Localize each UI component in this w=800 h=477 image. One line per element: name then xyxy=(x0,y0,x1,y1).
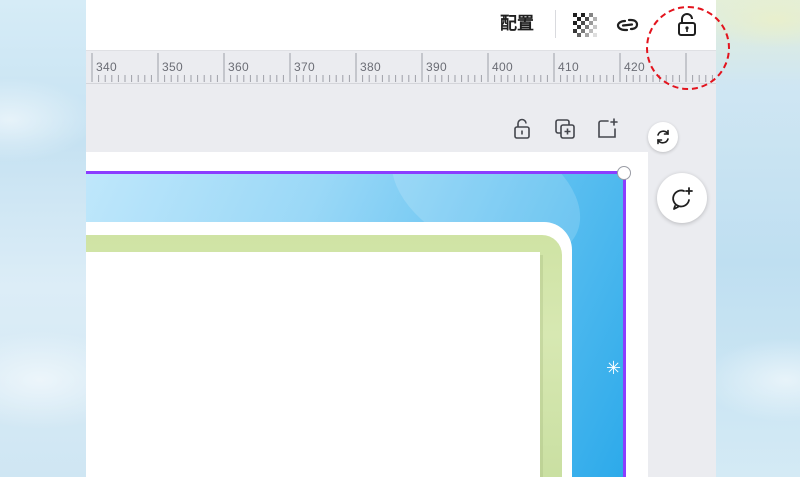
selection-top-edge xyxy=(86,171,626,174)
ruler-label: 350 xyxy=(162,60,183,74)
add-page-icon[interactable] xyxy=(596,117,620,141)
resize-handle[interactable] xyxy=(617,166,631,180)
refresh-icon[interactable] xyxy=(648,122,678,152)
background-right-decoration xyxy=(716,0,800,477)
link-icon[interactable] xyxy=(614,12,640,38)
ruler-label: 380 xyxy=(360,60,381,74)
page-lock-icon[interactable] xyxy=(510,117,534,141)
transparency-icon[interactable] xyxy=(572,12,598,38)
ruler-label: 340 xyxy=(96,60,117,74)
background-left-decoration xyxy=(0,0,86,477)
frame-content-area[interactable] xyxy=(86,252,540,477)
ruler-label: 360 xyxy=(228,60,249,74)
editor-window: 配置 340 350 360 370 380 390 400 410 420 ✳ xyxy=(86,0,716,477)
sparkle-decoration: ✳ xyxy=(606,358,622,378)
top-toolbar: 配置 xyxy=(86,0,716,50)
highlight-circle xyxy=(646,6,730,90)
ruler-label: 400 xyxy=(492,60,513,74)
selection-right-edge xyxy=(623,171,626,477)
duplicate-page-icon[interactable] xyxy=(553,117,577,141)
toolbar-divider xyxy=(555,10,556,38)
add-comment-icon[interactable] xyxy=(657,173,707,223)
ruler-label: 390 xyxy=(426,60,447,74)
ruler-label: 420 xyxy=(624,60,645,74)
horizontal-ruler: 340 350 360 370 380 390 400 410 420 xyxy=(86,50,716,84)
arrange-button[interactable]: 配置 xyxy=(496,10,538,38)
ruler-label: 410 xyxy=(558,60,579,74)
ruler-label: 370 xyxy=(294,60,315,74)
